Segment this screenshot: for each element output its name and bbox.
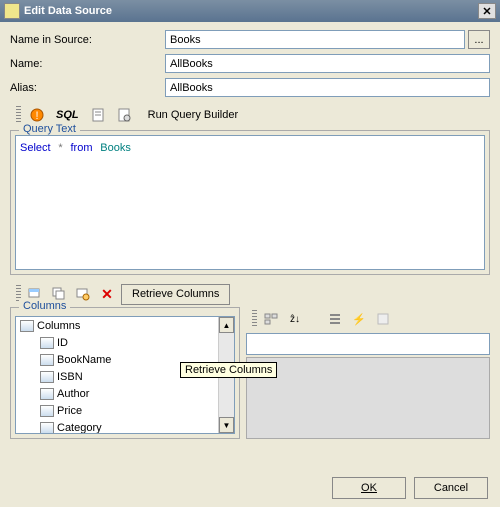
title-bar: Edit Data Source ✕ <box>0 0 500 22</box>
tree-item-label: Category <box>57 422 102 434</box>
column-icon <box>40 405 54 417</box>
scroll-down-icon[interactable]: ▼ <box>219 417 234 433</box>
query-text-editor[interactable]: Select * from Books <box>15 135 485 270</box>
retrieve-columns-tooltip: Retrieve Columns <box>180 362 277 378</box>
alias-label: Alias: <box>10 82 165 94</box>
run-query-builder-link[interactable]: Run Query Builder <box>148 109 239 121</box>
app-icon <box>4 3 20 19</box>
lightning-icon[interactable]: ⚡ <box>349 309 369 329</box>
delete-column-button[interactable]: ✕ <box>97 284 117 304</box>
tree-item-label: ISBN <box>57 371 83 383</box>
doc-icon[interactable] <box>88 105 108 125</box>
tree-root[interactable]: Columns <box>16 317 234 334</box>
column-icon <box>40 354 54 366</box>
browse-source-button[interactable]: ... <box>468 30 490 49</box>
scroll-up-icon[interactable]: ▲ <box>219 317 234 333</box>
ok-button[interactable]: OK <box>332 477 406 499</box>
properties-panel: ẑ↓ ⚡ <box>246 307 490 439</box>
column-icon <box>40 422 54 434</box>
column-icon <box>40 371 54 383</box>
tree-root-label: Columns <box>37 320 80 332</box>
toolbar-grip-icon <box>252 310 257 328</box>
query-keyword-select: Select <box>20 142 51 154</box>
close-button[interactable]: ✕ <box>478 3 496 19</box>
properties-toolbar: ẑ↓ ⚡ <box>246 307 490 331</box>
query-identifier: Books <box>100 142 131 154</box>
query-star: * <box>58 142 62 154</box>
column-icon <box>40 337 54 349</box>
name-in-source-input[interactable] <box>165 30 465 49</box>
edit-column-icon[interactable] <box>73 284 93 304</box>
name-input[interactable] <box>165 54 490 73</box>
tree-item-label: ID <box>57 337 68 349</box>
column-icon <box>40 388 54 400</box>
dialog-footer: OK Cancel <box>332 477 488 499</box>
name-in-source-label: Name in Source: <box>10 34 165 46</box>
svg-text:!: ! <box>35 110 38 122</box>
properties-icon[interactable] <box>114 105 134 125</box>
cancel-button[interactable]: Cancel <box>414 477 488 499</box>
tree-item[interactable]: ID <box>16 334 234 351</box>
property-description-pane <box>246 357 490 439</box>
tree-item-label: Author <box>57 388 89 400</box>
retrieve-columns-button[interactable]: Retrieve Columns <box>121 284 230 305</box>
folder-icon <box>20 320 34 332</box>
tree-item[interactable]: Price <box>16 402 234 419</box>
sort-az-icon[interactable]: ẑ↓ <box>285 309 305 329</box>
window-title: Edit Data Source <box>24 5 478 17</box>
columns-legend: Columns <box>19 300 70 312</box>
warning-icon[interactable]: ! <box>27 105 47 125</box>
tree-item[interactable]: Author <box>16 385 234 402</box>
property-name-input[interactable] <box>246 333 490 355</box>
toolbar-grip-icon <box>16 106 21 124</box>
tree-item-label: BookName <box>57 354 111 366</box>
page-icon[interactable] <box>373 309 393 329</box>
tree-item[interactable]: Category <box>16 419 234 434</box>
list-icon[interactable] <box>325 309 345 329</box>
categorize-icon[interactable] <box>261 309 281 329</box>
query-text-legend: Query Text <box>19 123 80 135</box>
name-label: Name: <box>10 58 165 70</box>
tree-item-label: Price <box>57 405 82 417</box>
columns-toolbar: ✕ Retrieve Columns <box>10 281 490 307</box>
sql-button[interactable]: SQL <box>53 105 82 125</box>
query-text-group: Query Text Select * from Books <box>10 130 490 275</box>
alias-input[interactable] <box>165 78 490 97</box>
query-toolbar: ! SQL Run Query Builder <box>10 102 490 128</box>
query-keyword-from: from <box>70 142 92 154</box>
